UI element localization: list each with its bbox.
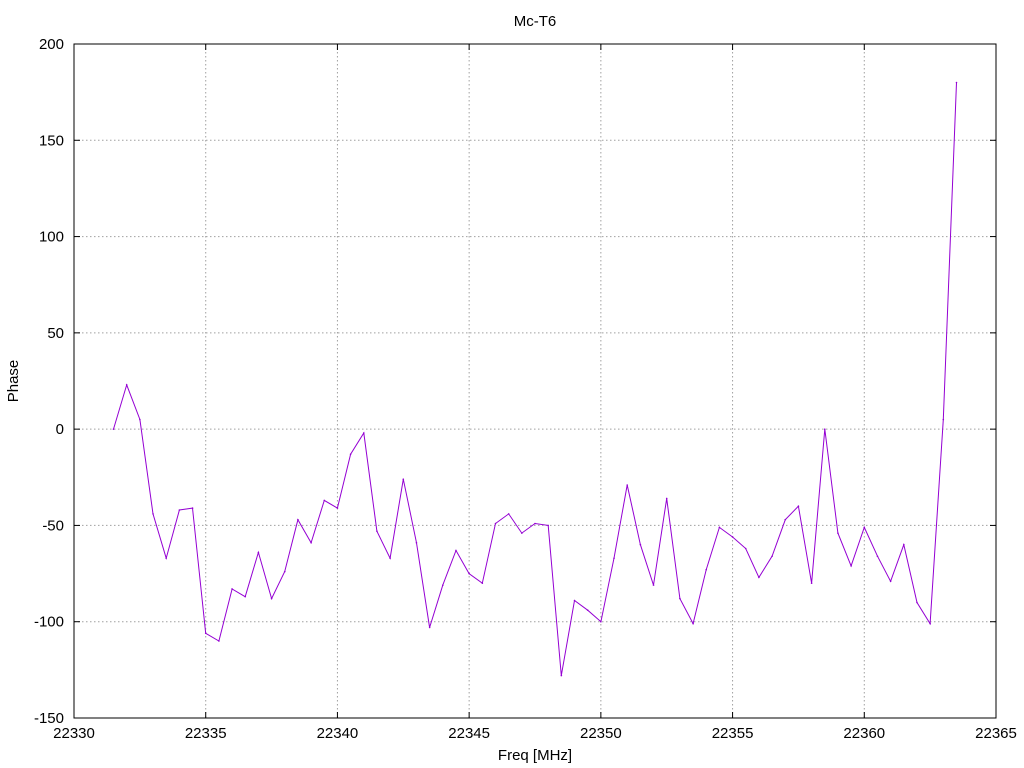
data-point (823, 428, 826, 430)
x-axis-label: Freq [MHz] (498, 747, 572, 764)
data-point (837, 532, 839, 534)
data-point (283, 570, 286, 573)
data-point (547, 524, 549, 527)
y-tick-labels: -150 -100 -50 0 50 100 150 200 (34, 36, 64, 727)
x-tick-label: 22350 (580, 725, 622, 742)
data-point (112, 428, 115, 430)
data-point (178, 509, 181, 511)
chart-title: Mc-T6 (514, 13, 557, 30)
data-point (534, 522, 536, 525)
data-point (639, 543, 642, 546)
data-point (731, 536, 734, 538)
data-point (389, 557, 391, 559)
data-point (270, 597, 273, 600)
x-tick-label: 22360 (843, 725, 885, 742)
data-point (560, 674, 563, 677)
data-point (810, 582, 813, 584)
y-tick-label: 0 (56, 421, 64, 438)
data-point (758, 576, 760, 579)
data-point (323, 499, 326, 502)
data-point (626, 484, 628, 486)
data-point (665, 497, 668, 500)
data-point (442, 584, 444, 586)
data-point (771, 555, 773, 558)
data-point (600, 620, 602, 623)
data-point (349, 453, 352, 455)
data-point (428, 626, 431, 629)
y-tick-label: 150 (39, 132, 64, 149)
data-point (507, 513, 510, 515)
x-tick-label: 22365 (975, 725, 1017, 742)
data-point (613, 557, 615, 559)
y-tick-label: -50 (42, 517, 64, 534)
data-point (942, 418, 945, 421)
data-point (231, 588, 233, 590)
data-point (362, 432, 365, 434)
x-tick-label: 22335 (185, 725, 227, 742)
x-tick-label: 22330 (53, 725, 95, 742)
x-tick-labels: 22330 22335 22340 22345 22350 22355 22360 22365 (53, 725, 1017, 742)
data-point (521, 532, 523, 534)
data-point (455, 549, 457, 552)
data-point (191, 507, 194, 509)
data-point (402, 478, 405, 481)
data-point (652, 584, 655, 586)
data-point (797, 505, 800, 507)
data-point (705, 568, 708, 571)
data-point (297, 518, 299, 521)
data-points (112, 81, 958, 677)
data-point (481, 582, 484, 584)
data-point (139, 418, 141, 421)
data-point (573, 599, 576, 602)
y-tick-label: 100 (39, 229, 64, 246)
series-line (113, 82, 957, 676)
data-point (336, 507, 339, 509)
data-point (468, 572, 470, 575)
grid-lines (74, 44, 996, 718)
data-point (376, 530, 378, 533)
data-point (244, 595, 247, 598)
data-point (125, 384, 128, 386)
axis-ticks (73, 43, 997, 719)
data-point (929, 622, 931, 625)
data-point (876, 555, 879, 558)
data-point (679, 597, 681, 600)
data-point (903, 543, 905, 546)
data-point (692, 622, 694, 625)
data-point (718, 526, 721, 529)
data-point (916, 601, 918, 604)
data-point (955, 81, 958, 84)
data-point (204, 632, 207, 635)
y-tick-label: -150 (34, 710, 64, 727)
data-point (494, 522, 497, 525)
y-axis-label: Phase (5, 360, 22, 403)
data-point (889, 580, 892, 583)
data-point (165, 557, 167, 559)
data-point (744, 547, 747, 550)
x-tick-label: 22355 (712, 725, 754, 742)
y-tick-label: -100 (34, 614, 64, 631)
line-chart: 22330 22335 22340 22345 22350 22355 22360 22365… (5, 13, 1017, 764)
data-point (784, 518, 787, 521)
x-tick-label: 22345 (448, 725, 490, 742)
data-point (415, 541, 418, 544)
data-point (310, 541, 312, 544)
data-point (257, 551, 260, 554)
data-point (863, 526, 866, 529)
data-point (218, 640, 220, 642)
data-point (850, 565, 852, 567)
data-point (152, 513, 154, 515)
x-tick-label: 22340 (317, 725, 359, 742)
y-tick-label: 200 (39, 36, 64, 53)
y-tick-label: 50 (47, 325, 64, 342)
plot-area-border (73, 43, 997, 719)
data-point (586, 609, 589, 611)
